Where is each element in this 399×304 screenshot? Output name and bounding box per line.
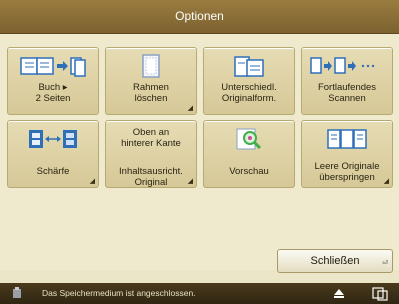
submenu-indicator-icon: ◢ bbox=[187, 105, 193, 112]
option-frame-erase[interactable]: Rahmen löschen ◢ bbox=[105, 47, 197, 115]
option-label: Schärfe bbox=[36, 166, 70, 177]
option-continuous-scan[interactable]: Fortlaufendes Scannen bbox=[301, 47, 393, 115]
mixed-originals-icon bbox=[204, 52, 294, 80]
close-button-label: Schließen bbox=[310, 255, 360, 267]
option-label: Rahmen löschen bbox=[133, 82, 169, 104]
options-panel: Buch ▸ 2 Seiten Rahmen löschen ◢ Untersc… bbox=[0, 34, 399, 270]
option-label: Inhaltsausricht. Original bbox=[119, 166, 183, 188]
submenu-indicator-icon: ◢ bbox=[383, 178, 389, 185]
option-label: Vorschau bbox=[229, 166, 269, 177]
option-preview[interactable]: Vorschau bbox=[203, 120, 295, 188]
close-button[interactable]: Schließen ⏎ bbox=[277, 249, 393, 273]
option-current-value: Oben an hinterer Kante bbox=[121, 127, 181, 149]
eject-icon[interactable] bbox=[332, 283, 346, 304]
status-message: Das Speichermedium ist angeschlossen. bbox=[42, 288, 196, 298]
option-label: Leere Originale überspringen bbox=[314, 161, 380, 183]
option-label: Fortlaufendes Scannen bbox=[317, 82, 377, 104]
book-to-two-pages-icon bbox=[8, 52, 98, 80]
close-corner-icon: ⏎ bbox=[382, 260, 388, 267]
frame-erase-icon bbox=[106, 52, 196, 80]
option-content-orientation[interactable]: Oben an hinterer Kante Inhaltsausricht. … bbox=[105, 120, 197, 188]
device-status-icon[interactable] bbox=[370, 283, 390, 304]
option-skip-blank-originals[interactable]: Leere Originale überspringen ◢ bbox=[301, 120, 393, 188]
status-bar: Das Speichermedium ist angeschlossen. bbox=[0, 283, 399, 304]
storage-medium-icon bbox=[10, 283, 24, 304]
option-sharpness[interactable]: Schärfe ◢ bbox=[7, 120, 99, 188]
skip-blank-originals-icon bbox=[302, 125, 392, 153]
submenu-indicator-icon: ◢ bbox=[187, 178, 193, 185]
dialog-title: Optionen bbox=[0, 0, 399, 34]
option-label: Buch ▸ 2 Seiten bbox=[35, 82, 71, 104]
sharpness-icon bbox=[8, 125, 98, 153]
continuous-scan-icon bbox=[302, 52, 392, 80]
option-mixed-originals[interactable]: Unterschiedl. Originalform. bbox=[203, 47, 295, 115]
option-book-2-pages[interactable]: Buch ▸ 2 Seiten bbox=[7, 47, 99, 115]
submenu-indicator-icon: ◢ bbox=[89, 178, 95, 185]
preview-magnifier-icon bbox=[204, 125, 294, 153]
option-label: Unterschiedl. Originalform. bbox=[221, 82, 277, 104]
